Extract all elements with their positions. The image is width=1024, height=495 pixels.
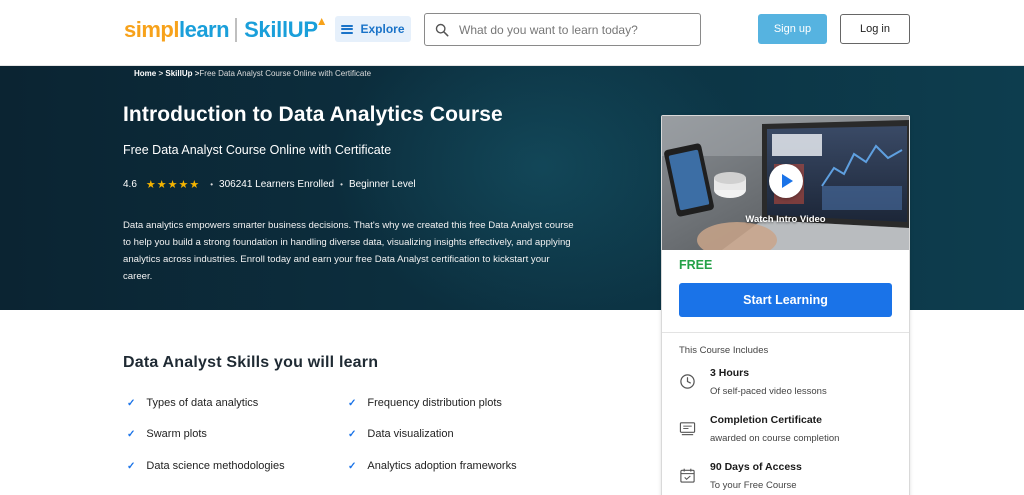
includes-item-title: 3 Hours [710,367,750,379]
clock-icon [680,374,695,389]
rating-value: 4.6 [123,179,137,190]
check-icon: ✓ [127,460,136,472]
search-input[interactable] [459,22,679,37]
skills-section-title: Data Analyst Skills you will learn [123,354,379,371]
skill-item: ✓ Analytics adoption frameworks [348,460,517,472]
menu-icon [341,24,354,34]
skill-label: Types of data analytics [146,397,259,409]
bullet-separator: • [210,180,214,189]
breadcrumb-skillup[interactable]: SkillUp [165,69,192,78]
logo-divider [235,18,238,42]
skill-item: ✓ Frequency distribution plots [348,397,502,409]
breadcrumb: Home > SkillUp >Free Data Analyst Course… [134,69,371,78]
includes-item-access: 90 Days of Access To your Free Course [679,461,802,491]
skill-label: Swarm plots [146,428,207,440]
skill-item: ✓ Swarm plots [127,428,207,440]
certificate-icon [679,422,696,436]
course-includes-heading: This Course Includes [679,345,769,356]
search-icon [435,23,449,36]
logo-arrow-icon: ▲ [315,14,328,28]
skill-label: Data visualization [367,428,454,440]
check-icon: ✓ [348,460,357,472]
learners-count: 306241 Learners Enrolled [219,179,335,190]
skill-label: Frequency distribution plots [367,397,502,409]
check-icon: ✓ [348,428,357,440]
intro-video-thumbnail[interactable]: Watch Intro Video [662,116,909,250]
page-title: Introduction to Data Analytics Course [123,103,503,126]
course-card: Watch Intro Video FREE Start Learning Th… [661,115,910,495]
includes-item-subtitle: awarded on course completion [710,433,840,444]
breadcrumb-separator: > [156,69,166,78]
includes-item-certificate: Completion Certificate awarded on course… [679,414,839,444]
logo-simpli-text: simpl [124,17,179,42]
logo-skillup-text: SkillUP [244,17,318,42]
site-header: simpllearn SkillUP ▲ Explore Sign up Log… [0,0,1024,66]
skill-item: ✓ Types of data analytics [127,397,258,409]
skill-label: Data science methodologies [146,460,285,472]
course-description: Data analytics empowers smarter business… [123,220,574,282]
bullet-separator: • [340,180,343,189]
breadcrumb-home[interactable]: Home [134,69,156,78]
search-box[interactable] [424,13,701,46]
card-divider [662,332,909,333]
log-in-button[interactable]: Log in [840,14,910,44]
play-icon [782,174,793,188]
check-icon: ✓ [127,428,136,440]
includes-item-subtitle: Of self-paced video lessons [710,386,827,397]
sign-up-button[interactable]: Sign up [758,14,827,44]
check-icon: ✓ [127,397,136,409]
watch-intro-video-label[interactable]: Watch Intro Video [662,214,909,225]
explore-button[interactable]: Explore [335,16,411,42]
play-video-button[interactable] [769,164,803,198]
calendar-icon [680,468,695,483]
start-learning-button[interactable]: Start Learning [679,283,892,317]
simplilearn-skillup-logo[interactable]: simpl learn SkillUP ▲ [124,14,328,46]
page-subtitle: Free Data Analyst Course Online with Cer… [123,143,392,157]
check-icon: ✓ [348,397,357,409]
includes-item-title: 90 Days of Access [710,461,802,473]
skill-label: Analytics adoption frameworks [367,460,517,472]
includes-item-subtitle: To your Free Course [710,480,797,491]
includes-item-title: Completion Certificate [710,414,823,426]
breadcrumb-current: Free Data Analyst Course Online with Cer… [199,69,372,78]
skill-item: ✓ Data science methodologies [127,460,285,472]
rating-row: 4.6 ★★★★★ • 306241 Learners Enrolled • B… [123,178,416,191]
explore-label: Explore [360,22,405,36]
logo-learn-text: learn [178,17,230,42]
skill-item: ✓ Data visualization [348,428,454,440]
course-level: Beginner Level [348,179,416,190]
includes-item-duration: 3 Hours Of self-paced video lessons [679,367,827,397]
rating-stars-icon: ★★★★★ [145,179,201,191]
price-label: FREE [679,258,713,272]
